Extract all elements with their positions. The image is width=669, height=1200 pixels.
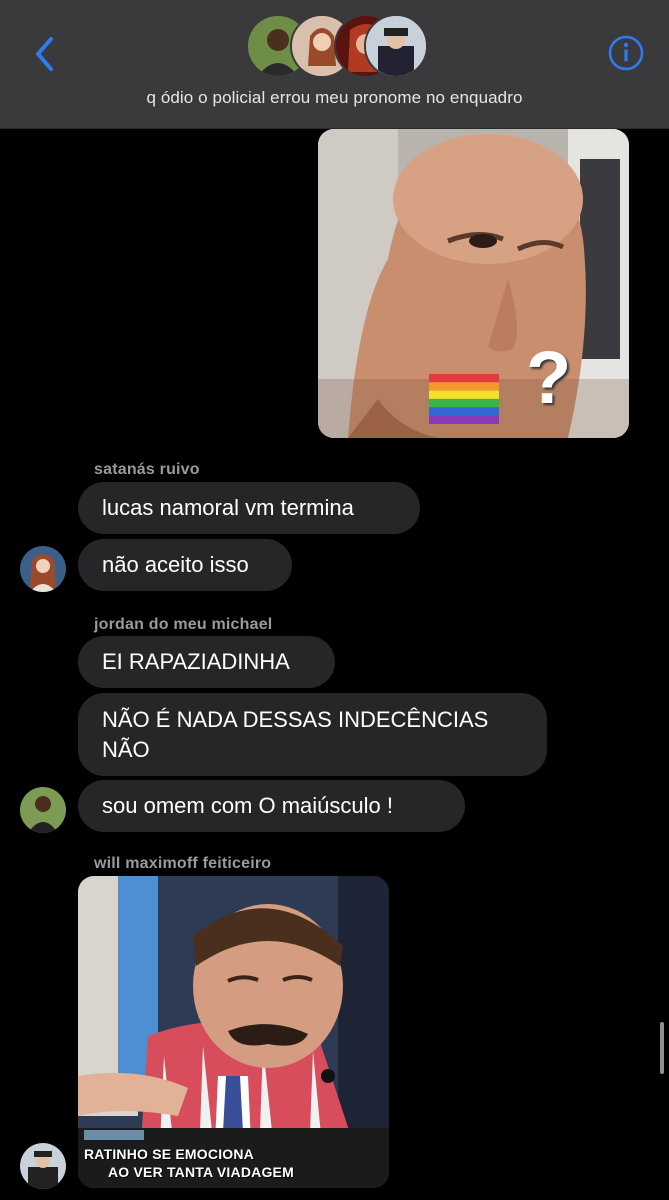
message-bubble-1[interactable]: lucas namoral vm termina <box>78 482 420 534</box>
sender-name-jordan: jordan do meu michael <box>94 616 273 633</box>
image-caption-line-2: AO VER TANTA VIADAGEM <box>108 1164 294 1180</box>
rainbow-flag-icon <box>429 374 499 424</box>
message-text: sou omem com O maiúsculo ! <box>102 793 393 818</box>
conversation-header: q ódio o policial errou meu pronome no e… <box>0 0 669 129</box>
image-caption-line-1: RATINHO SE EMOCIONA <box>84 1146 254 1162</box>
question-mark-overlay: ? <box>526 336 572 419</box>
incoming-image-message[interactable]: RATINHO SE EMOCIONA AO VER TANTA VIADAGE… <box>78 876 389 1188</box>
sender-avatar-satanas[interactable] <box>20 546 66 592</box>
info-circle-icon <box>608 35 644 71</box>
sender-name-satanas: satanás ruivo <box>94 461 200 478</box>
outgoing-image-message[interactable]: ? <box>318 129 629 438</box>
message-bubble-4[interactable]: NÃO É NADA DESSAS INDECÊNCIAS NÃO <box>78 693 547 776</box>
group-avatars[interactable] <box>246 14 428 78</box>
back-button[interactable] <box>24 34 64 74</box>
chevron-left-icon <box>36 37 53 71</box>
message-text: EI RAPAZIADINHA <box>102 649 290 674</box>
group-title: q ódio o policial errou meu pronome no e… <box>146 88 523 107</box>
sender-name-will: will maximoff feiticeiro <box>94 855 272 872</box>
message-bubble-2[interactable]: não aceito isso <box>78 539 292 591</box>
message-bubble-3[interactable]: EI RAPAZIADINHA <box>78 636 335 688</box>
message-text: não aceito isso <box>102 552 249 577</box>
sender-avatar-will[interactable] <box>20 1143 66 1189</box>
message-text: NÃO É NADA DESSAS INDECÊNCIAS NÃO <box>102 706 489 762</box>
message-text: lucas namoral vm termina <box>102 495 354 520</box>
message-bubble-5[interactable]: sou omem com O maiúsculo ! <box>78 780 465 832</box>
sender-avatar-jordan[interactable] <box>20 787 66 833</box>
tv-screenshot-image <box>78 876 389 1188</box>
scrollbar[interactable] <box>660 1022 664 1074</box>
info-button[interactable] <box>606 33 646 73</box>
participant-avatar-4 <box>364 14 428 78</box>
